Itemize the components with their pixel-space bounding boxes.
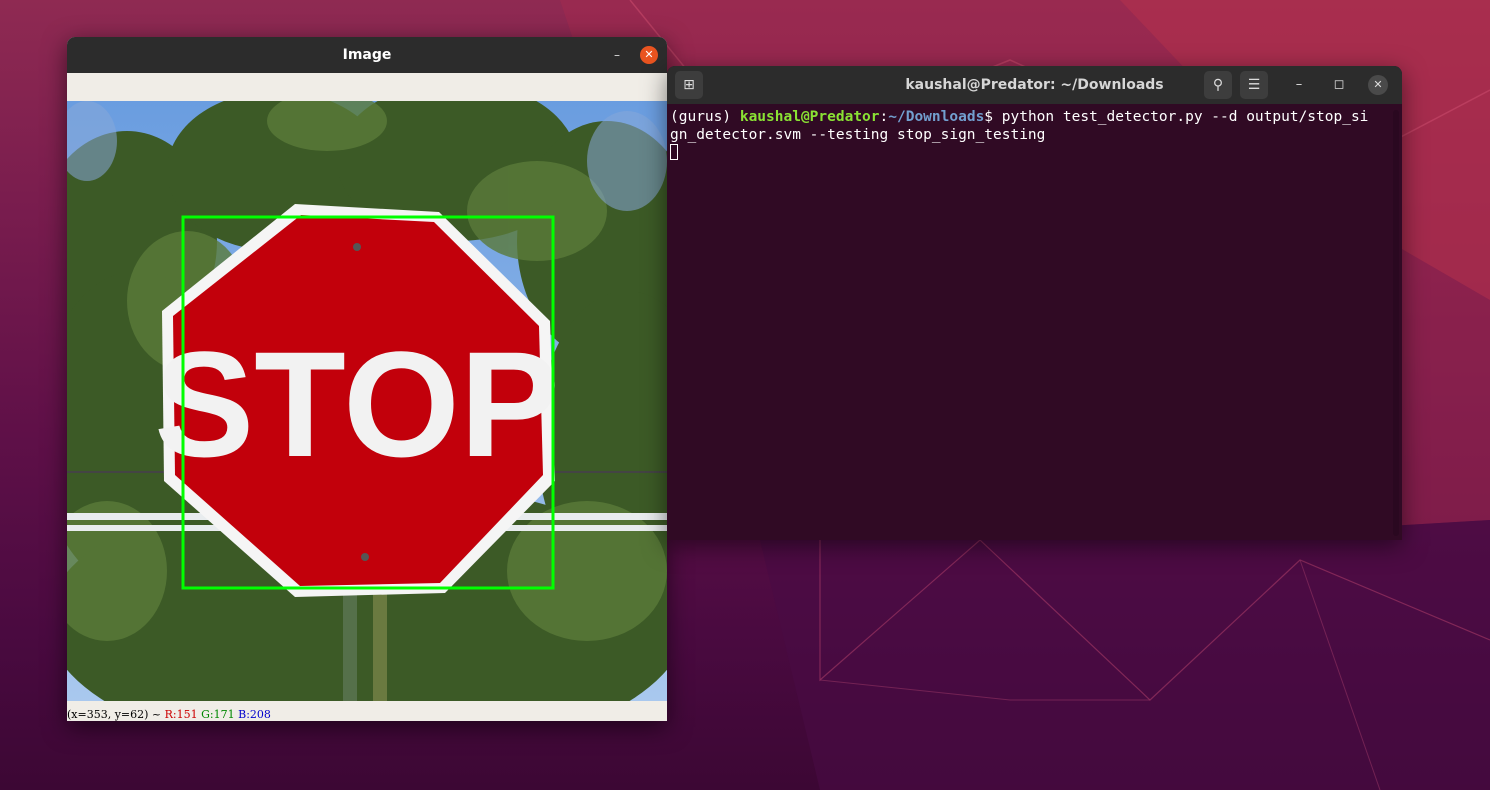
prompt-user-host: kaushal@Predator: [739, 109, 880, 125]
image-toolbar: [67, 73, 667, 102]
prompt-symbol: $: [984, 109, 1002, 125]
prompt-colon: :: [879, 109, 889, 125]
image-window-titlebar[interactable]: Image – ✕: [67, 37, 667, 73]
red-value: R:151: [164, 708, 198, 721]
terminal-scrollbar[interactable]: [1393, 110, 1399, 536]
maximize-icon[interactable]: ◻: [1329, 75, 1349, 95]
pixel-info-status: (x=353, y=62) ~ R:151 G:171 B:208: [67, 701, 667, 721]
command-text-continued: gn_detector.svm --testing stop_sign_test…: [670, 127, 1046, 143]
conda-env: (gurus): [670, 109, 740, 125]
terminal-window: ⊞ kaushal@Predator: ~/Downloads ⚲ ☰ – ◻ …: [667, 66, 1402, 540]
close-icon[interactable]: ✕: [1368, 75, 1388, 95]
green-value: G:171: [201, 708, 235, 721]
search-icon[interactable]: ⚲: [1204, 71, 1232, 99]
cursor-coords: (x=353, y=62) ~: [67, 708, 162, 721]
hamburger-menu-icon[interactable]: ☰: [1240, 71, 1268, 99]
image-window-title: Image: [342, 47, 392, 63]
minimize-icon[interactable]: –: [611, 49, 623, 61]
terminal-output[interactable]: (gurus) kaushal@Predator:~/Downloads$ py…: [667, 104, 1389, 540]
close-icon[interactable]: ✕: [640, 46, 658, 64]
prompt-path: ~/Downloads: [888, 109, 985, 125]
terminal-titlebar[interactable]: ⊞ kaushal@Predator: ~/Downloads ⚲ ☰ – ◻ …: [667, 66, 1402, 104]
text-cursor: [670, 144, 678, 160]
stop-sign-text: STOP: [154, 320, 560, 488]
minimize-icon[interactable]: –: [1289, 75, 1309, 95]
blue-value: B:208: [238, 708, 271, 721]
image-window: Image – ✕ STOP (x=353, y=62) ~ R:151 G:1…: [67, 37, 667, 721]
command-text: python test_detector.py --d output/stop_…: [1001, 109, 1369, 125]
stop-sign-photo[interactable]: STOP: [67, 101, 667, 701]
